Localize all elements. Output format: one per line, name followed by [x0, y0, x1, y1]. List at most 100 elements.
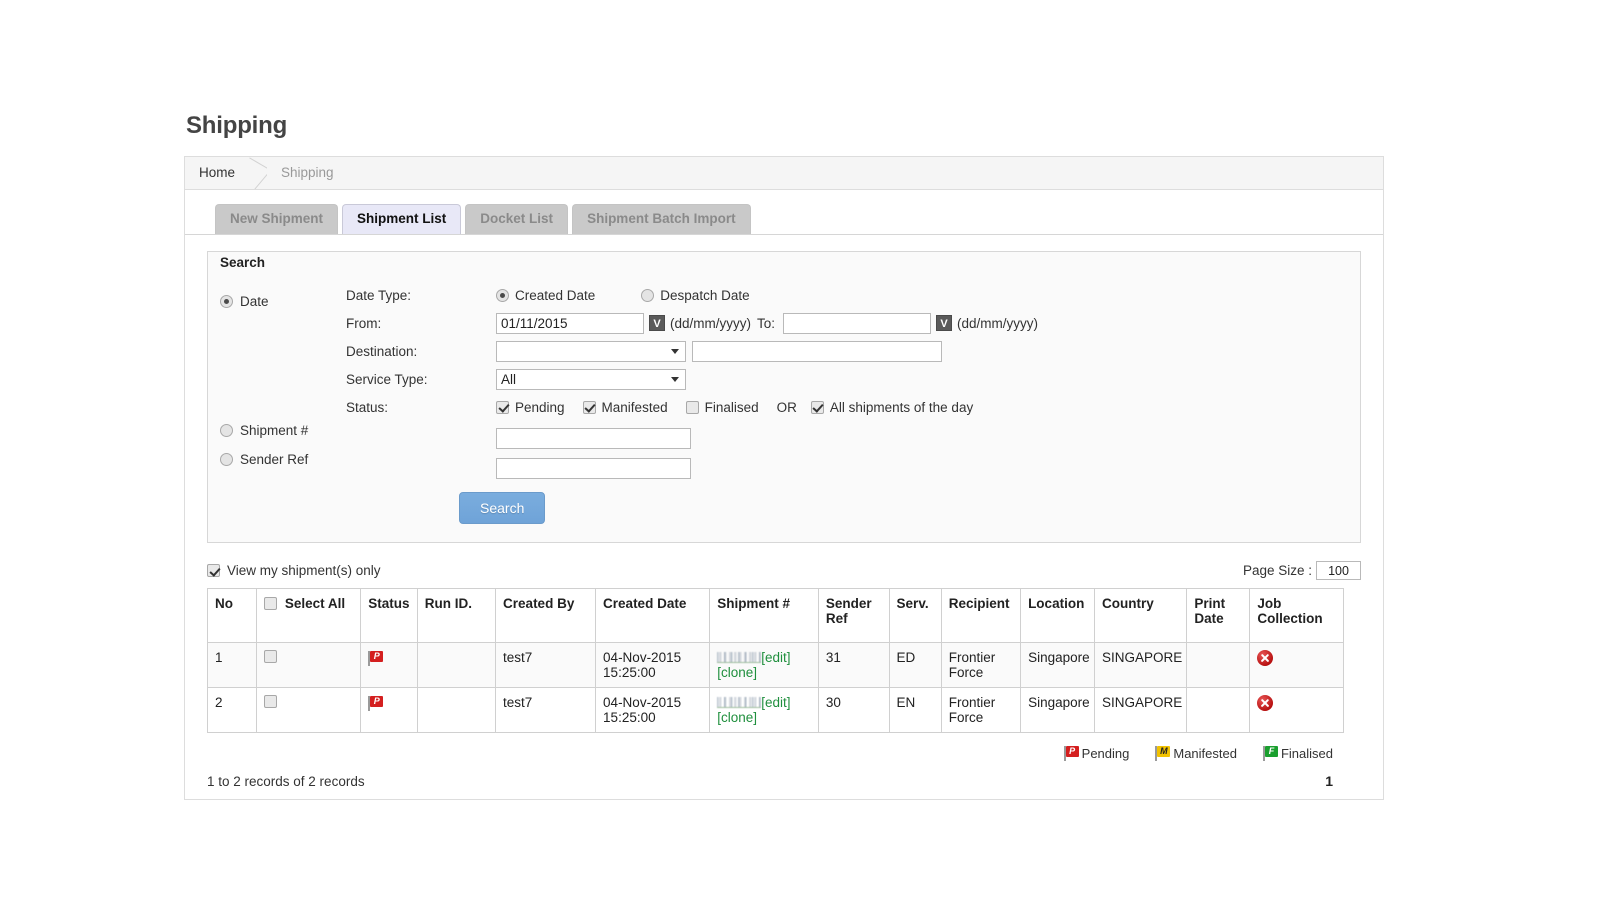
view-my-shipments-label: View my shipment(s) only: [227, 563, 381, 578]
cell-run-id: [416, 642, 497, 688]
tab-new-shipment[interactable]: New Shipment: [215, 204, 339, 234]
tab-docket-list[interactable]: Docket List: [465, 204, 569, 234]
checkbox-select-all[interactable]: [263, 597, 277, 610]
search-mode-shipment-label: Shipment #: [240, 423, 309, 438]
status-manifested-label: Manifested: [601, 399, 668, 415]
destination-text-input[interactable]: [692, 340, 942, 362]
pending-flag-icon: P: [368, 650, 384, 666]
status-legend: P Pending M Manifested F Finalised: [207, 745, 1361, 761]
service-type-select[interactable]: All: [496, 368, 686, 390]
breadcrumb: Home Shipping: [184, 156, 1384, 190]
cell-no: 1: [207, 642, 257, 688]
radio-sender-ref[interactable]: [220, 453, 233, 466]
checkbox-manifested[interactable]: [582, 400, 596, 414]
search-mode-column: Date Shipment # Sender Ref: [220, 282, 346, 524]
edit-link[interactable]: [edit]: [761, 695, 790, 710]
records-summary: 1 to 2 records of 2 records: [207, 773, 365, 789]
col-print-date: Print Date: [1186, 588, 1251, 643]
checkbox-all-shipments-of-the-day[interactable]: [810, 400, 824, 414]
search-fields-column: Date Type: Created Date Despatch Date Fr…: [346, 282, 1348, 524]
cell-created-date: 04-Nov-2015 15:25:00: [595, 642, 711, 688]
destination-select[interactable]: [496, 340, 686, 362]
checkbox-view-my-shipments[interactable]: [207, 564, 220, 577]
pending-flag-icon: P: [368, 695, 384, 711]
legend-manifested: M Manifested: [1155, 745, 1237, 761]
breadcrumb-home[interactable]: Home: [185, 157, 249, 189]
status-finalised-label: Finalised: [704, 399, 759, 415]
tab-shipment-batch-import[interactable]: Shipment Batch Import: [572, 204, 751, 234]
page-size-input[interactable]: 100: [1316, 561, 1361, 580]
cell-shipment-number: [edit] [clone]: [709, 687, 819, 733]
despatch-date-option[interactable]: Despatch Date: [641, 288, 750, 303]
view-my-shipments-option[interactable]: View my shipment(s) only: [207, 563, 381, 578]
to-calendar-icon[interactable]: V: [936, 315, 953, 331]
from-label: From:: [346, 315, 382, 331]
status-option-finalised[interactable]: Finalised: [685, 399, 759, 415]
cell-job-collection: [1249, 642, 1344, 688]
search-mode-sender-ref[interactable]: Sender Ref: [220, 445, 346, 474]
status-option-pending[interactable]: Pending: [496, 400, 565, 415]
to-label: To:: [757, 315, 776, 331]
tab-shipment-list[interactable]: Shipment List: [342, 204, 462, 234]
from-calendar-icon[interactable]: V: [649, 315, 665, 331]
list-toolbar: View my shipment(s) only Page Size : 100: [207, 561, 1361, 580]
table-row: 1 P test7 04-Nov-2015 15:25:00 [edit] [c…: [207, 642, 1344, 688]
search-panel-legend: Search: [220, 255, 266, 270]
search-button[interactable]: Search: [459, 492, 546, 524]
cell-status: P: [360, 642, 418, 688]
cell-location: Singapore: [1020, 642, 1095, 688]
cell-serv: EN: [888, 687, 942, 733]
date-type-label: Date Type:: [346, 287, 412, 303]
legend-manifested-label: Manifested: [1173, 746, 1237, 761]
cell-no: 2: [207, 687, 257, 733]
finalised-flag-icon: F: [1262, 745, 1279, 761]
legend-finalised-label: Finalised: [1280, 746, 1333, 761]
search-mode-sender-ref-label: Sender Ref: [240, 452, 309, 467]
delete-icon[interactable]: [1257, 650, 1274, 666]
col-created-date: Created Date: [595, 588, 711, 643]
status-option-manifested[interactable]: Manifested: [582, 399, 668, 415]
edit-link[interactable]: [edit]: [761, 650, 790, 665]
chevron-down-icon: [671, 376, 679, 382]
from-date-input[interactable]: [496, 312, 644, 334]
delete-icon[interactable]: [1257, 695, 1274, 711]
checkbox-row-select[interactable]: [263, 695, 277, 708]
status-option-all-shipments[interactable]: All shipments of the day: [810, 400, 973, 415]
clone-link[interactable]: [clone]: [717, 665, 757, 680]
cell-country: SINGAPORE: [1093, 687, 1188, 733]
radio-created-date[interactable]: [496, 288, 509, 302]
radio-despatch-date[interactable]: [641, 288, 655, 302]
tab-panel: New Shipment Shipment List Docket List S…: [184, 190, 1384, 800]
col-select-all: Select All: [255, 588, 362, 643]
table-row: 2 P test7 04-Nov-2015 15:25:00 [edit] [c…: [207, 687, 1344, 733]
cell-select: [255, 687, 362, 733]
search-mode-shipment-number[interactable]: Shipment #: [220, 416, 346, 445]
shipment-number-redacted[interactable]: [717, 697, 762, 708]
checkbox-finalised[interactable]: [685, 400, 699, 414]
page-size-control: Page Size : 100: [1243, 561, 1361, 580]
to-date-input[interactable]: [783, 312, 932, 334]
page-title: Shipping: [186, 112, 288, 139]
cell-job-collection: [1249, 687, 1344, 733]
cell-sender-ref: 30: [817, 687, 890, 733]
status-or-label: OR: [776, 399, 797, 415]
search-mode-date[interactable]: Date: [220, 287, 346, 316]
cell-shipment-number: [edit] [clone]: [709, 642, 819, 688]
cell-recipient: Frontier Force: [940, 687, 1022, 733]
sender-ref-input[interactable]: [496, 457, 691, 479]
cell-sender-ref: 31: [817, 642, 890, 688]
clone-link[interactable]: [clone]: [717, 710, 757, 725]
pagination-current-page[interactable]: 1: [1325, 773, 1361, 789]
shipment-number-input[interactable]: [496, 427, 691, 449]
search-mode-date-label: Date: [240, 294, 269, 309]
col-run-id: Run ID.: [416, 588, 497, 643]
checkbox-row-select[interactable]: [263, 650, 277, 663]
radio-date[interactable]: [220, 295, 233, 308]
to-date-format: (dd/mm/yyyy): [957, 315, 1039, 331]
radio-shipment-number[interactable]: [220, 424, 233, 437]
created-date-option[interactable]: Created Date: [496, 288, 595, 303]
checkbox-pending[interactable]: [496, 400, 509, 414]
created-date-label: Created Date: [515, 287, 596, 303]
shipment-number-redacted[interactable]: [717, 652, 762, 663]
col-sender-ref: Sender Ref: [817, 588, 890, 643]
